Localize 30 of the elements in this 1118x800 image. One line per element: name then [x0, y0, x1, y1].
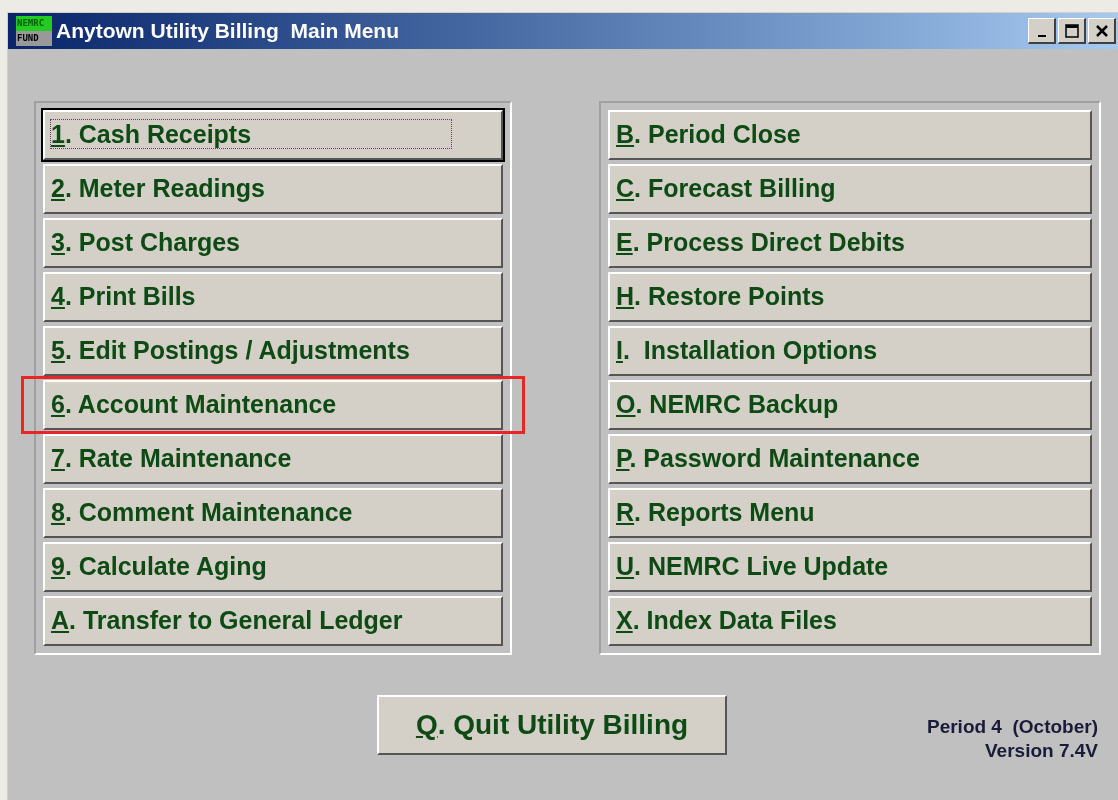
menu-button[interactable]: O. NEMRC Backup: [608, 380, 1092, 430]
menu-button[interactable]: 4. Print Bills: [43, 272, 503, 322]
minimize-button[interactable]: [1028, 18, 1056, 44]
menu-button[interactable]: E. Process Direct Debits: [608, 218, 1092, 268]
period-label: Period 4 (October): [926, 715, 1098, 739]
quit-button[interactable]: Q. Quit Utility Billing: [377, 695, 727, 755]
menu-button[interactable]: 8. Comment Maintenance: [43, 488, 503, 538]
version-label: Version 7.4V: [985, 739, 1098, 763]
menu-button[interactable]: 2. Meter Readings: [43, 164, 503, 214]
menu-button[interactable]: 5. Edit Postings / Adjustments: [43, 326, 503, 376]
menu-button[interactable]: B. Period Close: [608, 110, 1092, 160]
menu-button[interactable]: C. Forecast Billing: [608, 164, 1092, 214]
menu-button[interactable]: P. Password Maintenance: [608, 434, 1092, 484]
menu-button[interactable]: X. Index Data Files: [608, 596, 1092, 646]
window-title: Anytown Utility Billing Main Menu: [56, 18, 399, 45]
menu-button[interactable]: 3. Post Charges: [43, 218, 503, 268]
close-icon: [1094, 23, 1109, 38]
maximize-icon: [1064, 23, 1079, 38]
menu-button[interactable]: R. Reports Menu: [608, 488, 1092, 538]
menu-button[interactable]: 9. Calculate Aging: [43, 542, 503, 592]
menu-button[interactable]: I. Installation Options: [608, 326, 1092, 376]
menu-button[interactable]: 6. Account Maintenance: [43, 380, 503, 430]
menu-button[interactable]: 7. Rate Maintenance: [43, 434, 503, 484]
maximize-button[interactable]: [1058, 18, 1086, 44]
minimize-icon: [1037, 34, 1046, 37]
menu-button[interactable]: H. Restore Points: [608, 272, 1092, 322]
menu-button[interactable]: 1. Cash Receipts: [43, 110, 503, 160]
menu-button[interactable]: A. Transfer to General Ledger: [43, 596, 503, 646]
menu-button[interactable]: U. NEMRC Live Update: [608, 542, 1092, 592]
close-button[interactable]: [1088, 18, 1116, 44]
